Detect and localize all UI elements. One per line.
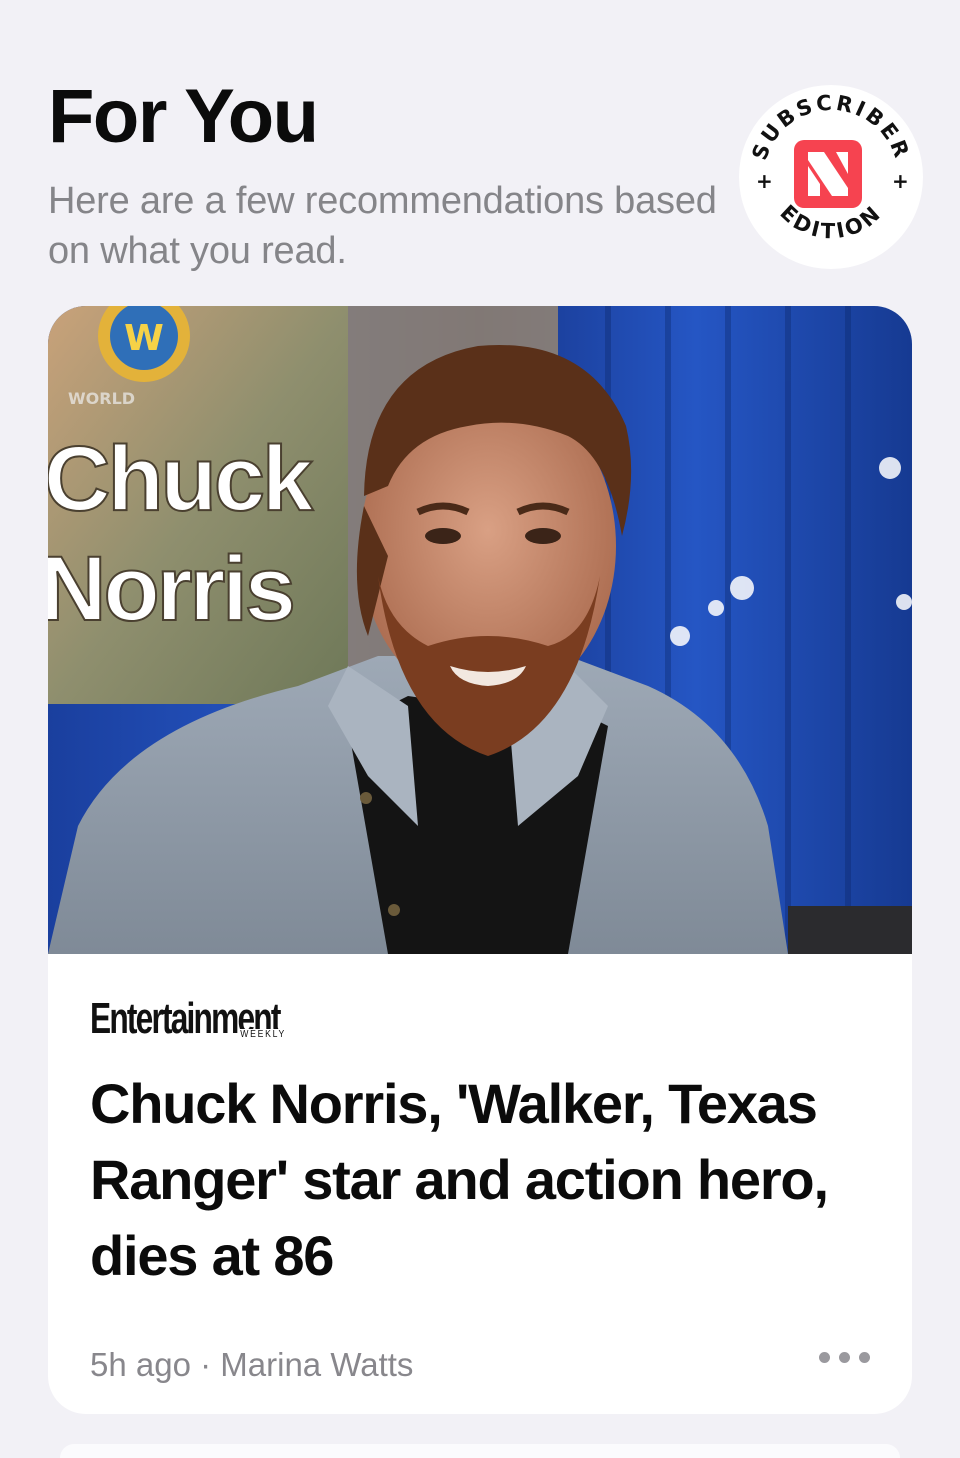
article-meta: 5h ago · Marina Watts	[90, 1346, 413, 1384]
article-hero-image: W WORLD Chuck Norris	[48, 306, 912, 954]
article-headline[interactable]: Chuck Norris, 'Walker, Texas Ranger' sta…	[90, 1066, 880, 1294]
more-dot	[839, 1352, 850, 1363]
banner-logo: W	[124, 318, 164, 359]
article-time: 5h ago	[90, 1346, 191, 1383]
publisher-logo: Entertainment WEEKLY	[90, 994, 289, 1044]
article-author: Marina Watts	[220, 1346, 414, 1383]
banner-top-text: WORLD	[68, 389, 135, 408]
publisher-sub: WEEKLY	[238, 1029, 289, 1040]
banner-text-line1: Chuck	[48, 428, 314, 530]
article-card[interactable]: W WORLD Chuck Norris Entertainment WEEKL…	[48, 306, 912, 1414]
svg-text:+: +	[756, 169, 773, 193]
subscriber-edition-badge: SUBSCRIBER EDITION + +	[738, 84, 924, 270]
section-subtitle: Here are a few recommendations based on …	[48, 180, 717, 272]
svg-text:+: +	[892, 169, 909, 193]
section-title: For You	[48, 74, 319, 159]
more-dots-icon[interactable]	[819, 1352, 870, 1363]
section-header: For You Here are a few recommendations b…	[48, 72, 728, 276]
banner-text-line2: Norris	[48, 538, 293, 640]
more-dot	[859, 1352, 870, 1363]
apple-news-icon	[794, 140, 862, 208]
more-dot	[819, 1352, 830, 1363]
meta-separator: ·	[200, 1346, 212, 1383]
